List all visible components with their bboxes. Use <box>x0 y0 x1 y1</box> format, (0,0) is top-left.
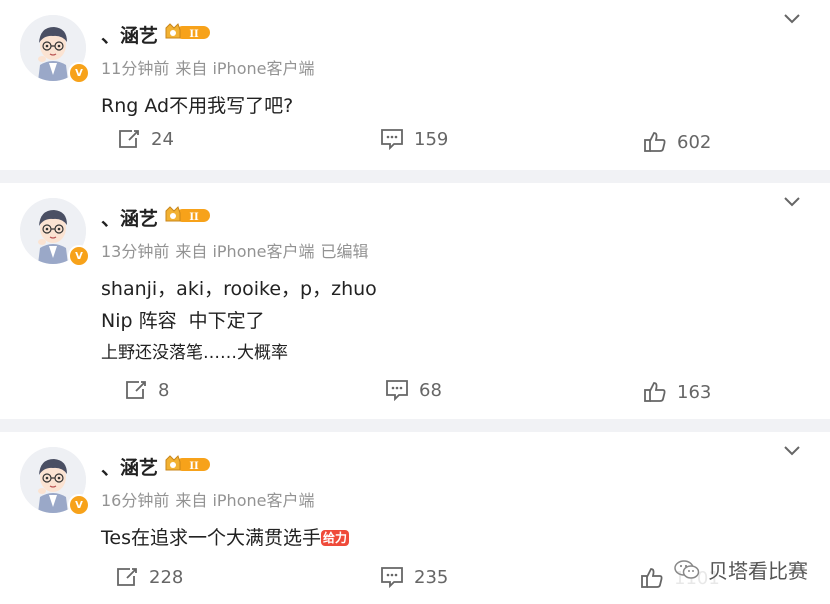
comment-icon <box>386 380 408 401</box>
watermark-text: 贝塔看比赛 <box>708 559 808 583</box>
thumbs-up-icon <box>644 132 666 152</box>
post-time[interactable]: 16分钟前 <box>101 491 169 510</box>
chevron-down-icon[interactable] <box>782 195 802 209</box>
content-line: 上野还没落笔……大概率 <box>101 343 288 363</box>
post-content: shanji，aki，rooike，p，zhuo Nip 阵容 中下定了 上野还… <box>101 273 377 369</box>
author-name[interactable]: 、涵艺 <box>101 204 158 231</box>
action-bar: 24 159 602 <box>0 128 830 158</box>
svg-text:II: II <box>189 29 199 40</box>
thumbs-up-icon <box>644 382 666 402</box>
comment-count: 235 <box>414 566 449 588</box>
content-line: shanji，aki，rooike，p，zhuo <box>101 278 377 300</box>
repost-button[interactable]: 228 <box>115 566 183 588</box>
post-source: 来自 iPhone客户端 <box>175 59 315 78</box>
comment-count: 159 <box>414 128 449 150</box>
comment-icon <box>381 567 403 588</box>
thumbs-up-icon <box>641 568 663 588</box>
verified-badge: V <box>68 245 90 267</box>
comment-icon <box>381 129 403 150</box>
post-content: Tes在追求一个大满贯选手 给力 <box>101 522 349 554</box>
share-icon <box>117 568 137 586</box>
svg-text:II: II <box>189 212 199 223</box>
verified-badge: V <box>68 494 90 516</box>
content-text: Tes在追求一个大满贯选手 <box>101 527 321 549</box>
level-badge: II <box>164 22 212 46</box>
comment-button[interactable]: 68 <box>385 379 442 401</box>
post-card: V 、涵艺 II 11分钟前 来自 iPhone客户端 Rng Ad不用我写了吧?… <box>0 0 830 170</box>
post-meta: 16分钟前 来自 iPhone客户端 <box>101 487 320 511</box>
comment-button[interactable]: 159 <box>380 128 448 150</box>
author-name[interactable]: 、涵艺 <box>101 21 158 48</box>
repost-count: 8 <box>158 379 170 401</box>
comment-count: 68 <box>419 379 442 401</box>
like-button[interactable]: 602 <box>643 130 711 154</box>
action-bar: 8 68 163 <box>0 379 830 409</box>
repost-count: 24 <box>151 128 174 150</box>
level-badge: II <box>164 205 212 229</box>
watermark: 贝塔看比赛 <box>672 553 814 586</box>
like-button[interactable]: 163 <box>643 380 711 404</box>
share-icon <box>126 381 146 399</box>
repost-count: 228 <box>149 566 184 588</box>
comment-button[interactable]: 235 <box>380 566 448 588</box>
share-icon <box>119 130 139 148</box>
chevron-down-icon[interactable] <box>782 12 802 26</box>
post-content: Rng Ad不用我写了吧? <box>101 90 293 122</box>
like-count: 163 <box>677 381 712 403</box>
post-meta: 11分钟前 来自 iPhone客户端 <box>101 55 320 79</box>
post-meta: 13分钟前 来自 iPhone客户端 已编辑 <box>101 238 375 262</box>
post-time[interactable]: 13分钟前 <box>101 242 169 261</box>
repost-button[interactable]: 8 <box>124 379 169 401</box>
level-badge: II <box>164 454 212 478</box>
edited-label: 已编辑 <box>320 242 369 261</box>
wechat-icon <box>674 559 700 579</box>
chevron-down-icon[interactable] <box>782 444 802 458</box>
svg-text:II: II <box>189 461 199 472</box>
post-source: 来自 iPhone客户端 <box>175 491 315 510</box>
content-line: Nip 阵容 中下定了 <box>101 310 265 332</box>
author-name[interactable]: 、涵艺 <box>101 453 158 480</box>
post-source: 来自 iPhone客户端 <box>175 242 315 261</box>
post-time[interactable]: 11分钟前 <box>101 59 169 78</box>
repost-button[interactable]: 24 <box>117 128 174 150</box>
content-line: Rng Ad不用我写了吧? <box>101 95 294 117</box>
geili-emoji: 给力 <box>320 530 349 546</box>
verified-badge: V <box>68 62 90 84</box>
content-line: Tes在追求一个大满贯选手 给力 <box>101 522 349 554</box>
post-card: V 、涵艺 II 13分钟前 来自 iPhone客户端 已编辑 shanji，aki… <box>0 183 830 419</box>
like-count: 602 <box>677 131 712 153</box>
